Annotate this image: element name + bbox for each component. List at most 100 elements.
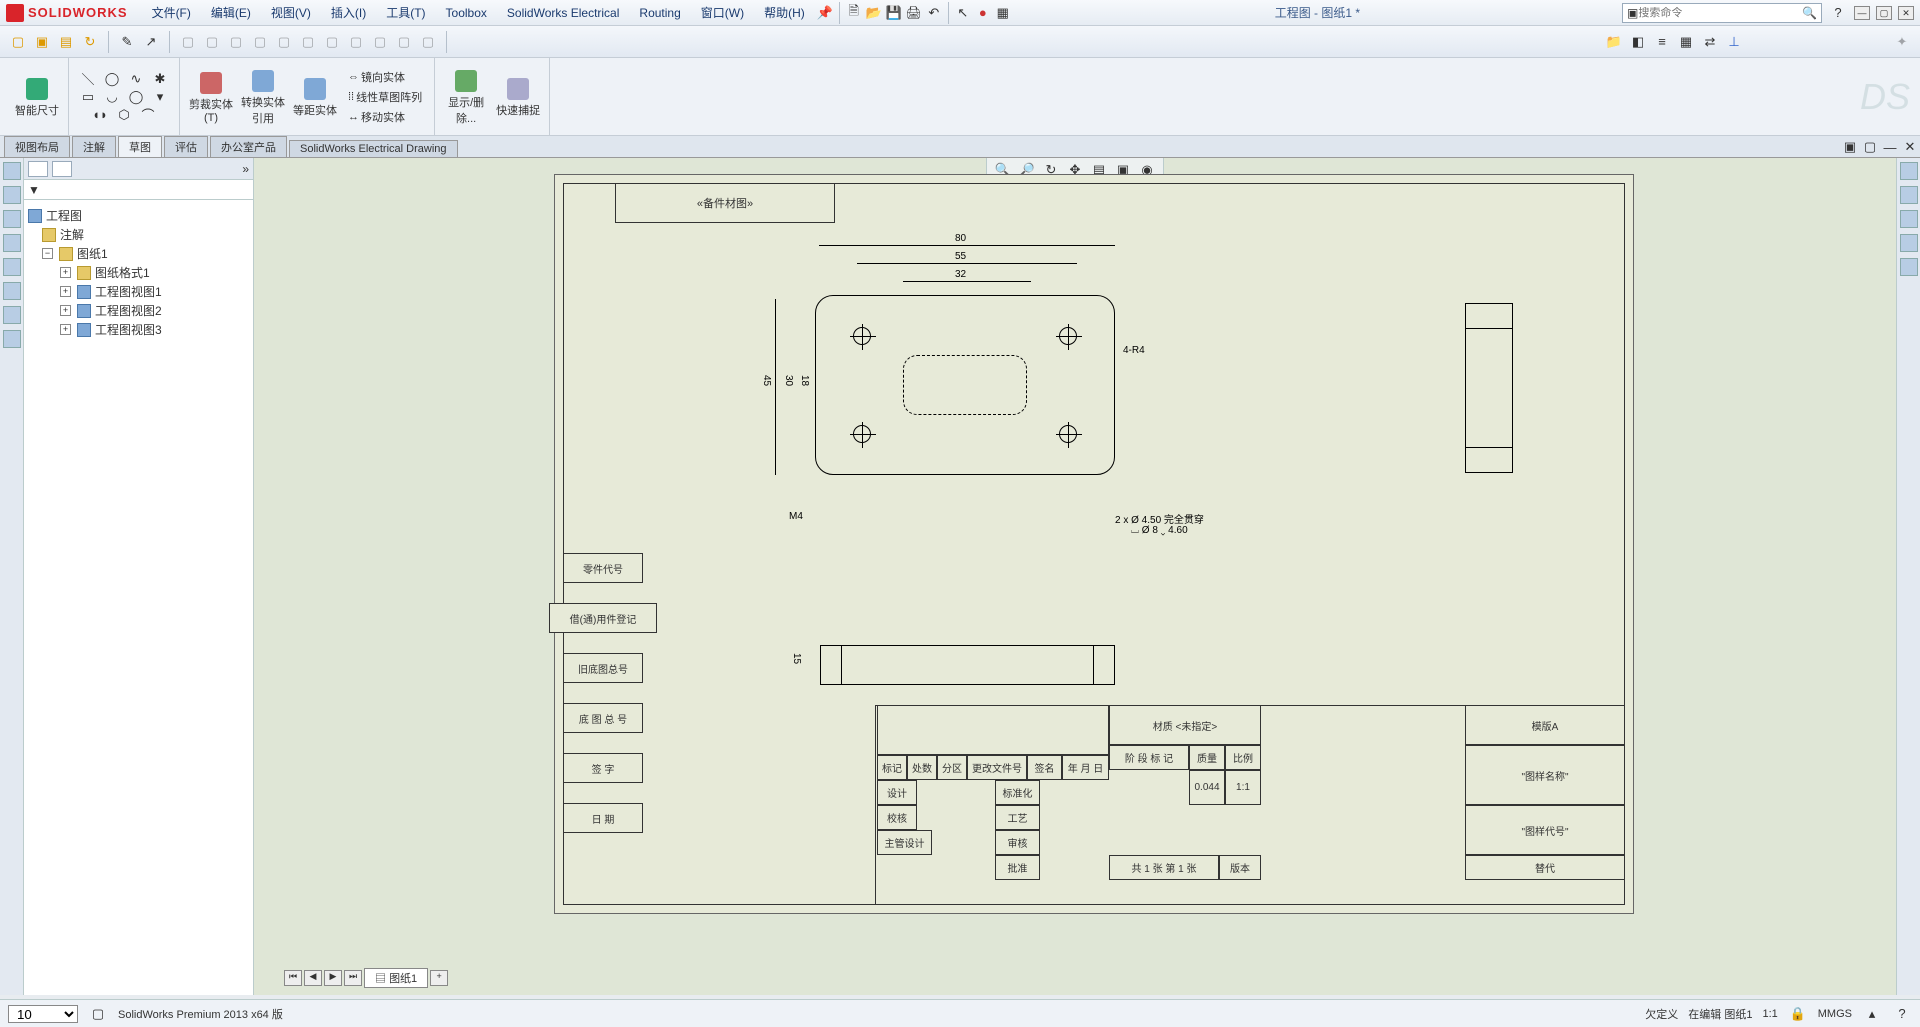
expand-icon[interactable]: + — [60, 267, 71, 278]
left-tool-icon[interactable] — [3, 330, 21, 348]
tree-node-sheetfmt[interactable]: +图纸格式1 — [28, 263, 249, 282]
show-delete-button[interactable]: 显示/删除... — [443, 68, 489, 126]
tree-tab-feature-icon[interactable] — [28, 161, 48, 177]
sheet-prev-icon[interactable]: ◀ — [304, 970, 322, 986]
left-tool-icon[interactable] — [3, 234, 21, 252]
new-icon[interactable]: 🗎 — [844, 3, 864, 23]
dim-r4[interactable]: 4-R4 — [1123, 345, 1145, 356]
dim-45[interactable]: 45 — [761, 375, 772, 386]
open-icon[interactable]: 📂 — [864, 3, 884, 23]
status-help-icon[interactable]: ? — [1892, 1004, 1912, 1024]
point-icon[interactable]: ✱ — [149, 70, 171, 88]
tool-icon[interactable]: ▢ — [322, 32, 342, 52]
collapse-icon[interactable]: − — [42, 248, 53, 259]
menu-file[interactable]: 文件(F) — [142, 0, 201, 26]
rebuild-all-icon[interactable]: ↻ — [80, 32, 100, 52]
tool-icon[interactable]: ▢ — [226, 32, 246, 52]
sheet-next-icon[interactable]: ▶ — [324, 970, 342, 986]
menu-electrical[interactable]: SolidWorks Electrical — [497, 0, 629, 26]
select-icon[interactable]: ↖ — [953, 3, 973, 23]
right-tool-icon[interactable] — [1900, 186, 1918, 204]
search-input[interactable] — [1638, 7, 1802, 19]
tab-view-layout[interactable]: 视图布局 — [4, 136, 70, 157]
help-icon[interactable]: ? — [1828, 3, 1848, 23]
tool-icon[interactable]: ▢ — [202, 32, 222, 52]
old-dwg-box[interactable]: 旧底图总号 — [563, 653, 643, 683]
arc-icon[interactable]: ◡ — [101, 88, 123, 106]
dim-cbore[interactable]: ⌴ Ø 8 ⌄ 4.60 — [1131, 525, 1188, 536]
polygon-icon[interactable]: ⬡ — [113, 106, 135, 124]
offset-button[interactable]: 等距实体 — [292, 76, 338, 118]
dim-30[interactable]: 30 — [783, 375, 794, 386]
tool-icon[interactable]: ▢ — [274, 32, 294, 52]
left-tool-icon[interactable] — [3, 258, 21, 276]
panel-close-icon[interactable]: ✕ — [1900, 137, 1920, 157]
folder-icon[interactable]: 📁 — [1604, 32, 1624, 52]
smart-dim-button[interactable]: 智能尺寸 — [14, 76, 60, 118]
menu-toolbox[interactable]: Toolbox — [436, 0, 497, 26]
expand-icon[interactable]: + — [60, 286, 71, 297]
dim-80[interactable]: 80 — [955, 233, 966, 244]
drawing-sheet[interactable]: «备件材图» 80 55 32 45 30 18 4-R4 M4 2 — [554, 174, 1634, 914]
move-button[interactable]: ↔移动实体 — [344, 108, 426, 126]
tree-node-annotation[interactable]: 注解 — [28, 225, 249, 244]
drawing-canvas[interactable]: 🔍 🔎 ↻ ✥ ▤ ▣ ◉ «备件材图» 80 55 — [254, 158, 1896, 995]
left-tool-icon[interactable] — [3, 210, 21, 228]
sheet-first-icon[interactable]: ⏮ — [284, 970, 302, 986]
status-menu-icon[interactable]: ▴ — [1862, 1004, 1882, 1024]
sheet-last-icon[interactable]: ⏭ — [344, 970, 362, 986]
tab-electrical-drawing[interactable]: SolidWorks Electrical Drawing — [289, 140, 458, 157]
search-icon[interactable]: 🔍 — [1802, 6, 1817, 20]
right-tool-icon[interactable] — [1900, 234, 1918, 252]
spline-icon[interactable]: ∿ — [125, 70, 147, 88]
exit-sketch-icon[interactable]: ↗ — [141, 32, 161, 52]
sign-box[interactable]: 签 字 — [563, 753, 643, 783]
pushpin-icon[interactable]: 📌 — [815, 3, 835, 23]
minimize-button[interactable]: — — [1854, 6, 1870, 20]
expand-icon[interactable]: » — [242, 162, 249, 176]
right-view[interactable] — [1465, 303, 1513, 473]
pattern-button[interactable]: ⁞⁞线性草图阵列 — [344, 88, 426, 106]
tree-root[interactable]: 工程图 — [28, 206, 249, 225]
tool-icon[interactable]: ▢ — [250, 32, 270, 52]
drawing-icon[interactable]: ▤ — [56, 32, 76, 52]
tab-evaluate[interactable]: 评估 — [164, 136, 208, 157]
menu-routing[interactable]: Routing — [629, 0, 690, 26]
expand-icon[interactable]: + — [60, 324, 71, 335]
maximize-button[interactable]: ▢ — [1876, 6, 1892, 20]
tool-icon[interactable]: ▢ — [178, 32, 198, 52]
part-icon[interactable]: ▢ — [8, 32, 28, 52]
ellipse-icon[interactable]: ◯ — [125, 88, 147, 106]
swap-icon[interactable]: ⇄ — [1700, 32, 1720, 52]
circle-icon[interactable]: ◯ — [101, 70, 123, 88]
rebuild-icon[interactable]: ● — [973, 3, 993, 23]
mirror-button[interactable]: ⇔镜向实体 — [344, 68, 426, 86]
menu-window[interactable]: 窗口(W) — [691, 0, 754, 26]
right-tool-icon[interactable] — [1900, 258, 1918, 276]
convert-button[interactable]: 转换实体引用 — [240, 68, 286, 126]
borrow-box[interactable]: 借(通)用件登记 — [549, 603, 657, 633]
menu-view[interactable]: 视图(V) — [261, 0, 321, 26]
assembly-icon[interactable]: ▣ — [32, 32, 52, 52]
print-icon[interactable]: 🖨 — [904, 3, 924, 23]
layer-icon[interactable]: ▢ — [88, 1004, 108, 1024]
add-sheet-icon[interactable]: + — [430, 970, 448, 986]
feature-tree[interactable]: 工程图 注解 −图纸1 +图纸格式1 +工程图视图1 +工程图视图2 +工程图视… — [24, 200, 253, 995]
more-icon[interactable]: ▾ — [149, 88, 171, 106]
menu-insert[interactable]: 插入(I) — [321, 0, 376, 26]
options-icon[interactable]: ▦ — [993, 3, 1013, 23]
line-icon[interactable]: ＼ — [77, 70, 99, 88]
tab-sketch[interactable]: 草图 — [118, 136, 162, 157]
rect-icon[interactable]: ▭ — [77, 88, 99, 106]
sketch-icon[interactable]: ✎ — [117, 32, 137, 52]
undo-icon[interactable]: ↶ — [924, 3, 944, 23]
menu-tools[interactable]: 工具(T) — [376, 0, 435, 26]
left-tool-icon[interactable] — [3, 306, 21, 324]
tool-icon[interactable]: ▢ — [370, 32, 390, 52]
panel-expand-icon[interactable]: ▣ — [1840, 137, 1860, 157]
dim-m4[interactable]: M4 — [789, 511, 803, 522]
lock-icon[interactable]: 🔒 — [1788, 1004, 1808, 1024]
command-search[interactable]: ▣ 🔍 — [1622, 3, 1822, 23]
tree-node-view1[interactable]: +工程图视图1 — [28, 282, 249, 301]
tree-filter[interactable]: ▼ — [24, 180, 253, 200]
